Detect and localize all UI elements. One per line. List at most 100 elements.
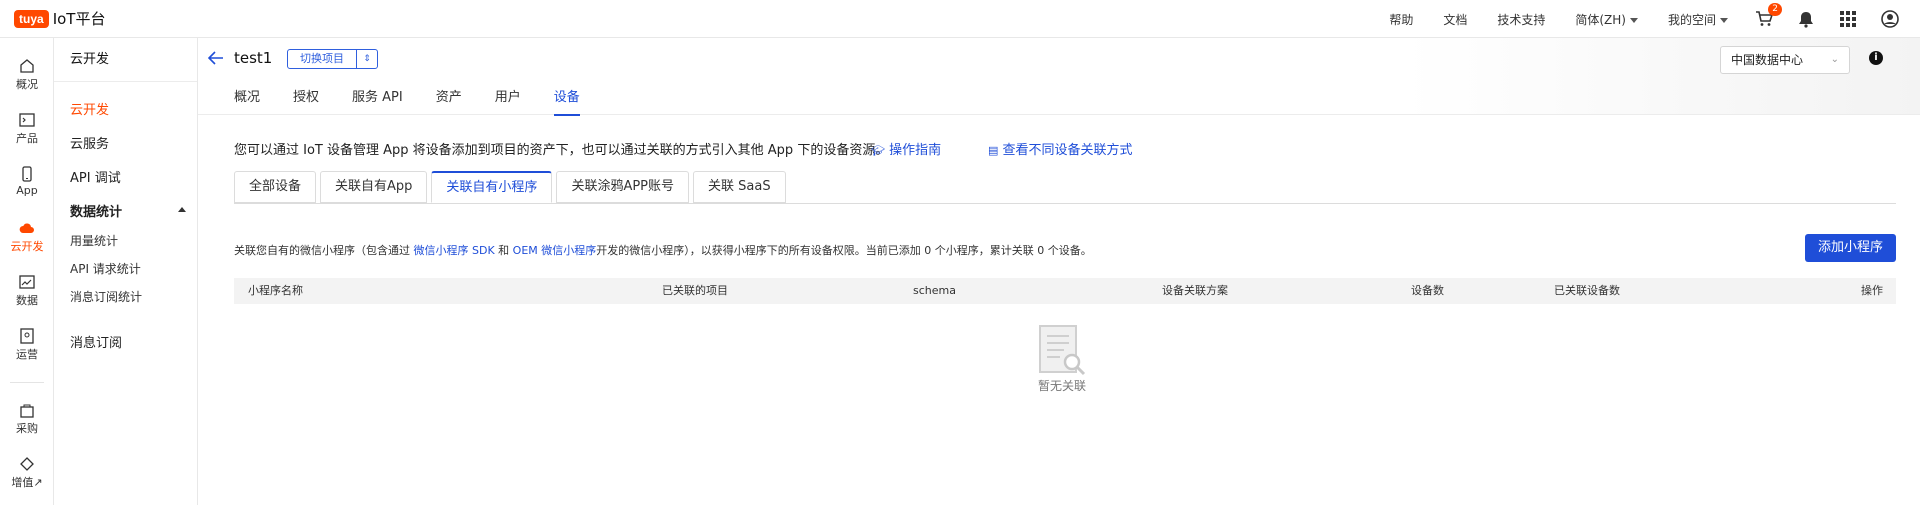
- nav-cloud-label: 云开发: [10, 240, 44, 253]
- guide-link-label: 操作指南: [889, 143, 942, 158]
- subtab-own-mini-program[interactable]: 关联自有小程序: [431, 171, 553, 203]
- nav-data[interactable]: 数据: [0, 274, 54, 308]
- tab-devices[interactable]: 设备: [553, 86, 580, 116]
- phone-icon: [22, 166, 32, 182]
- nav-product-label: 产品: [16, 132, 38, 145]
- tab-auth[interactable]: 授权: [293, 86, 319, 116]
- desc-part1: 关联您自有的微信小程序（包含通过: [234, 244, 414, 257]
- my-space-menu[interactable]: 我的空间: [1668, 11, 1728, 28]
- nav-cloud[interactable]: 云开发: [0, 220, 54, 254]
- device-subtabs: 全部设备 关联自有App 关联自有小程序 关联涂鸦APP账号 关联 SaaS: [234, 171, 790, 203]
- sidebar-header: 云开发: [54, 38, 197, 82]
- chevron-down-icon: [1720, 17, 1728, 23]
- nav-data-label: 数据: [16, 294, 38, 307]
- add-mini-program-button[interactable]: 添加小程序: [1805, 234, 1896, 262]
- nav-value-added[interactable]: 增值↗: [0, 456, 54, 490]
- language-select[interactable]: 简体(ZH): [1575, 11, 1638, 28]
- oem-mini-program-link[interactable]: OEM 微信小程序: [513, 244, 597, 257]
- desc-part3: 开发的微信小程序），以获得小程序下的所有设备权限。当前已添加 0 个小程序，累计…: [596, 244, 1092, 257]
- region-value: 中国数据中心: [1731, 53, 1804, 67]
- col-actions: 操作: [1861, 284, 1883, 297]
- tab-assets[interactable]: 资产: [436, 86, 462, 116]
- brand-logo[interactable]: tuya IoT平台: [14, 8, 105, 29]
- nav-value-added-label: 增值↗: [11, 476, 43, 489]
- nav-product[interactable]: 产品: [0, 112, 54, 146]
- tab-users[interactable]: 用户: [495, 86, 521, 116]
- project-header: test1 切换项目 ⇕ 概况 授权 服务 API 资产 用户 设备 中国数据中…: [198, 38, 1920, 116]
- wechat-sdk-link[interactable]: 微信小程序 SDK: [414, 244, 495, 257]
- compare-methods-label: 查看不同设备关联方式: [1002, 143, 1133, 158]
- cloud-icon: [19, 223, 34, 233]
- col-linked-device-count: 已关联设备数: [1554, 284, 1620, 297]
- empty-document-icon: [1036, 324, 1090, 382]
- col-device-count: 设备数: [1411, 284, 1444, 297]
- chart-icon: [19, 275, 35, 289]
- col-schema: schema: [913, 284, 956, 297]
- nav-purchase[interactable]: 采购: [0, 402, 54, 436]
- docs-link[interactable]: 文档: [1443, 11, 1467, 28]
- nav-overview-label: 概况: [16, 78, 38, 91]
- chevron-down-icon: [1629, 17, 1638, 23]
- sidebar-group-stats[interactable]: 数据统计: [70, 201, 186, 220]
- my-space-label: 我的空间: [1667, 12, 1716, 27]
- nav-operations-label: 运营: [16, 348, 38, 361]
- subtab-saas[interactable]: 关联 SaaS: [693, 171, 786, 203]
- sidebar-item-usage-stats[interactable]: 用量统计: [70, 232, 118, 249]
- subtabs-divider: [234, 203, 1896, 204]
- main-content: test1 切换项目 ⇕ 概况 授权 服务 API 资产 用户 设备 中国数据中…: [198, 38, 1920, 505]
- sidebar-group-stats-label: 数据统计: [70, 205, 123, 220]
- sidebar-item-cloud-service[interactable]: 云服务: [70, 133, 109, 152]
- nav-purchase-label: 采购: [16, 422, 38, 435]
- switch-project-label: 切换项目: [288, 50, 357, 68]
- document-icon: ▤: [988, 144, 999, 157]
- user-avatar-icon[interactable]: [1880, 9, 1900, 29]
- bag-icon: [20, 404, 34, 418]
- language-label: 简体(ZH): [1575, 12, 1626, 27]
- intro-text: 您可以通过 IoT 设备管理 App 将设备添加到项目的资产下，也可以通过关联的…: [234, 143, 889, 158]
- subtab-all-devices[interactable]: 全部设备: [234, 171, 317, 203]
- tab-service-api[interactable]: 服务 API: [352, 86, 403, 116]
- subtab-own-app[interactable]: 关联自有App: [320, 171, 428, 203]
- region-select[interactable]: 中国数据中心 ⌄: [1720, 46, 1850, 74]
- nav-operations[interactable]: 运营: [0, 328, 54, 362]
- compare-methods-link[interactable]: ▤ 查看不同设备关联方式: [988, 139, 1133, 158]
- cart-icon[interactable]: 2: [1754, 3, 1782, 29]
- home-icon: [20, 59, 34, 73]
- diamond-icon: [20, 457, 34, 471]
- sidebar-item-api-debug[interactable]: API 调试: [70, 167, 121, 186]
- collapse-up-icon: [178, 207, 186, 212]
- support-link[interactable]: 技术支持: [1497, 11, 1545, 28]
- guide-link[interactable]: 🎓︎ 操作指南: [871, 139, 941, 158]
- nav-app-label: App: [16, 184, 38, 197]
- sidebar-item-cloud-dev[interactable]: 云开发: [70, 99, 109, 118]
- chevron-down-icon: ⌄: [1830, 54, 1839, 65]
- sidebar-item-message-sub-stats[interactable]: 消息订阅统计: [70, 288, 142, 305]
- top-nav: 帮助 文档 技术支持 简体(ZH) 我的空间 2: [1359, 0, 1920, 38]
- desc-part2: 和: [494, 244, 513, 257]
- help-link[interactable]: 帮助: [1389, 11, 1413, 28]
- terminal-icon: [19, 113, 35, 127]
- nav-app[interactable]: App: [0, 166, 54, 197]
- info-icon[interactable]: i: [1869, 51, 1883, 65]
- col-linked-project: 已关联的项目: [662, 284, 728, 297]
- top-bar: tuya IoT平台 帮助 文档 技术支持 简体(ZH) 我的空间 2: [0, 0, 1920, 38]
- nav-overview[interactable]: 概况: [0, 58, 54, 92]
- bell-icon[interactable]: [1796, 9, 1816, 29]
- up-down-arrow-icon: ⇕: [363, 54, 371, 64]
- table-header: 小程序名称 已关联的项目 schema 设备关联方案 设备数 已关联设备数 操作: [234, 278, 1896, 304]
- switch-project-button[interactable]: 切换项目 ⇕: [287, 49, 378, 69]
- project-name: test1: [234, 49, 273, 67]
- graduation-cap-icon: 🎓︎: [871, 144, 885, 157]
- tuya-logo-badge: tuya: [14, 9, 49, 28]
- sidebar-item-message-sub[interactable]: 消息订阅: [70, 332, 122, 351]
- project-tabs: 概况 授权 服务 API 资产 用户 设备: [234, 86, 613, 116]
- cart-count-badge: 2: [1768, 3, 1782, 16]
- tab-overview[interactable]: 概况: [234, 86, 260, 116]
- back-arrow-icon[interactable]: [207, 50, 224, 69]
- mini-program-description: 关联您自有的微信小程序（包含通过 微信小程序 SDK 和 OEM 微信小程序开发…: [234, 242, 1092, 258]
- operations-icon: [20, 328, 34, 344]
- subtab-tuya-app-account[interactable]: 关联涂鸦APP账号: [556, 171, 690, 203]
- empty-state-text: 暂无关联: [1038, 379, 1087, 393]
- apps-grid-icon[interactable]: [1838, 9, 1858, 29]
- sidebar-item-api-request-stats[interactable]: API 请求统计: [70, 260, 141, 277]
